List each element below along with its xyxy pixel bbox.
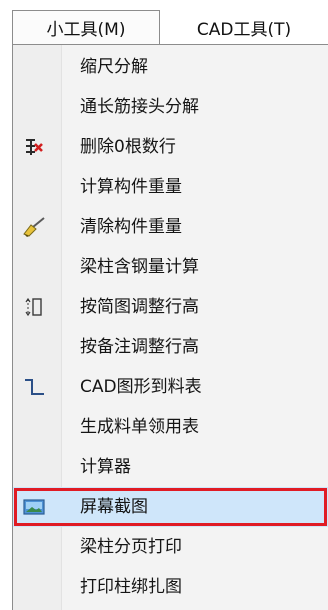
menu-item-label: 按简图调整行高 [80,297,199,317]
menu-item-label: 屏幕截图 [80,497,148,517]
menu-item-adjust-row-height-sketch[interactable]: 按简图调整行高 [13,287,328,327]
menu-item-cad-to-material-table[interactable]: CAD图形到料表 [13,367,328,407]
menubar: 小工具(M) CAD工具(T) [0,0,328,46]
menu-item-print-column-binding[interactable]: 打印柱绑扎图 [13,567,328,607]
menu-item-label: 通长筋接头分解 [80,97,199,117]
broom-icon [21,215,47,239]
cad-shape-icon [21,375,47,399]
highlight-annotation-box [14,488,327,526]
delete-rows-icon [21,135,47,159]
menu-item-scale-decompose[interactable]: 缩尺分解 [13,47,328,87]
menu-item-label: 缩尺分解 [80,57,148,77]
menu-item-label: 按备注调整行高 [80,337,199,357]
menu-item-label: 梁柱分页打印 [80,537,182,557]
menu-item-label: 计算器 [80,457,131,477]
menu-item-beam-column-page-print[interactable]: 梁柱分页打印 [13,527,328,567]
menu-item-label: 计算构件重量 [80,177,182,197]
menu-item-adjust-row-height-notes[interactable]: 按备注调整行高 [13,327,328,367]
menu-item-screenshot[interactable]: 屏幕截图 [13,487,328,527]
menu-item-label: 生成料单领用表 [80,417,199,437]
menu-item-clear-member-weight[interactable]: 清除构件重量 [13,207,328,247]
menu-item-generate-requisition[interactable]: 生成料单领用表 [13,407,328,447]
menu-item-label: 清除构件重量 [80,217,182,237]
screenshot-icon [21,495,47,519]
menu-item-calculator[interactable]: 计算器 [13,447,328,487]
menu-tab-label: CAD工具(T) [196,19,292,40]
menu-tab-label: 小工具(M) [46,20,126,40]
menu-item-delete-zero-rows[interactable]: 删除0根数行 [13,127,328,167]
menu-item-label: 梁柱含钢量计算 [80,257,199,277]
menu-tab-cad-tools[interactable]: CAD工具(T) [160,10,328,44]
dropdown-menu: 缩尺分解 通长筋接头分解 删除0根数行 计算构件重量 清除构件重量 梁柱含钢量计… [12,44,328,610]
menu-item-calc-member-weight[interactable]: 计算构件重量 [13,167,328,207]
menu-item-label: 删除0根数行 [80,137,176,157]
menu-item-label: 打印柱绑扎图 [80,577,182,597]
menu-item-beam-column-steel-content[interactable]: 梁柱含钢量计算 [13,247,328,287]
row-height-icon [21,295,47,319]
menu-item-rebar-splice-decompose[interactable]: 通长筋接头分解 [13,87,328,127]
menu-item-label: CAD图形到料表 [80,377,202,397]
menu-tab-small-tools[interactable]: 小工具(M) [12,10,160,44]
